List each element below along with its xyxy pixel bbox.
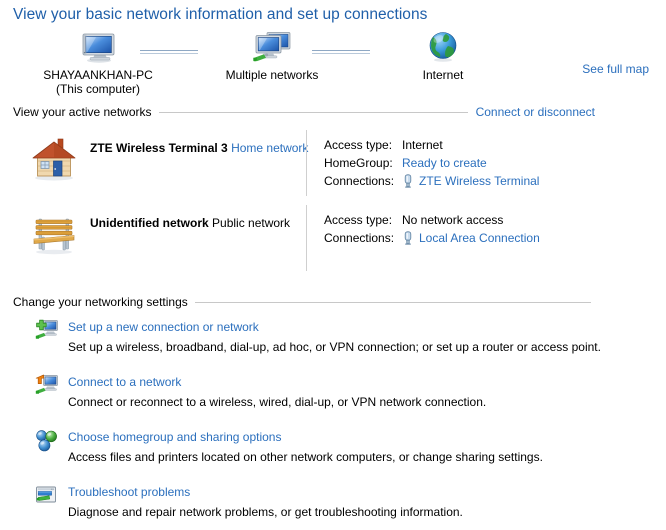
network-type-label: Public network [212,216,291,230]
detail-line-connections: Connections: ZTE Wireless Terminal [324,172,539,190]
network-details: Access type: No network access Connectio… [324,211,540,247]
detail-key: Access type: [324,213,393,227]
new-connection-icon [35,319,59,343]
page-title: View your basic network information and … [13,6,428,23]
active-network-row[interactable]: ZTE Wireless Terminal 3 Home network Acc… [0,130,666,200]
active-network-row[interactable]: Unidentified network Public network Acce… [0,205,666,275]
bench-icon [28,211,80,257]
setting-link[interactable]: Troubleshoot problems [68,485,190,499]
map-connector-line-1 [140,50,198,56]
see-full-map-link[interactable]: See full map [582,62,649,76]
map-node-internet[interactable]: Internet [368,30,518,82]
map-node-label: SHAYAANKHAN-PC [43,68,153,82]
usb-modem-icon [402,174,414,188]
detail-key: Connections: [324,174,395,188]
map-node-label: Internet [422,68,464,82]
multiple-networks-icon [250,30,294,64]
detail-key: HomeGroup: [324,156,393,170]
detail-line-access-type: Access type: Internet [324,136,539,154]
homegroup-ready-to-create-link[interactable]: Ready to create [402,154,487,172]
setting-link[interactable]: Choose homegroup and sharing options [68,430,281,444]
map-node-label: Multiple networks [225,68,319,82]
map-node-this-computer[interactable]: SHAYAANKHAN-PC (This computer) [23,30,173,96]
section-heading-text: View your active networks [13,105,152,119]
active-networks-heading: View your active networks Connect or dis… [13,105,595,119]
setting-description: Diagnose and repair network problems, or… [68,505,463,519]
row-divider [306,205,307,271]
map-node-sublabel: (This computer) [55,82,141,96]
setting-description: Access files and printers located on oth… [68,450,543,464]
network-type-link[interactable]: Home network [231,141,308,155]
usb-modem-icon [402,231,414,245]
connect-network-icon [35,374,59,398]
map-node-multiple-networks[interactable]: Multiple networks [197,30,347,82]
detail-line-homegroup: HomeGroup: Ready to create [324,154,539,172]
detail-key: Connections: [324,231,395,245]
computer-icon [76,30,120,64]
detail-key: Access type: [324,138,393,152]
homegroup-icon [35,429,59,453]
network-name: Unidentified network [90,216,209,230]
section-rule [194,301,591,303]
detail-value: No network access [402,213,504,227]
globe-internet-icon [421,30,465,64]
connection-link[interactable]: Local Area Connection [419,229,540,247]
troubleshoot-icon [35,484,59,508]
setting-link[interactable]: Set up a new connection or network [68,320,259,334]
network-name: ZTE Wireless Terminal 3 [90,141,228,155]
setting-link[interactable]: Connect to a network [68,375,181,389]
networking-settings-heading: Change your networking settings [13,295,591,309]
detail-line-access-type: Access type: No network access [324,211,540,229]
map-connector-line-2 [312,50,370,56]
setting-description: Set up a wireless, broadband, dial-up, a… [68,340,601,354]
connection-link[interactable]: ZTE Wireless Terminal [419,172,539,190]
section-rule [158,111,468,113]
house-icon [28,136,80,182]
network-details: Access type: Internet HomeGroup: Ready t… [324,136,539,190]
network-name-block: Unidentified network Public network [90,215,290,232]
network-map: SHAYAANKHAN-PC (This computer) Multiple … [0,28,666,96]
connect-or-disconnect-link[interactable]: Connect or disconnect [468,105,595,119]
detail-value: Internet [402,138,443,152]
detail-line-connections: Connections: Local Area Connection [324,229,540,247]
setting-description: Connect or reconnect to a wireless, wire… [68,395,487,409]
section-heading-text: Change your networking settings [13,295,188,309]
network-name-block: ZTE Wireless Terminal 3 Home network [90,140,308,157]
row-divider [306,130,307,196]
